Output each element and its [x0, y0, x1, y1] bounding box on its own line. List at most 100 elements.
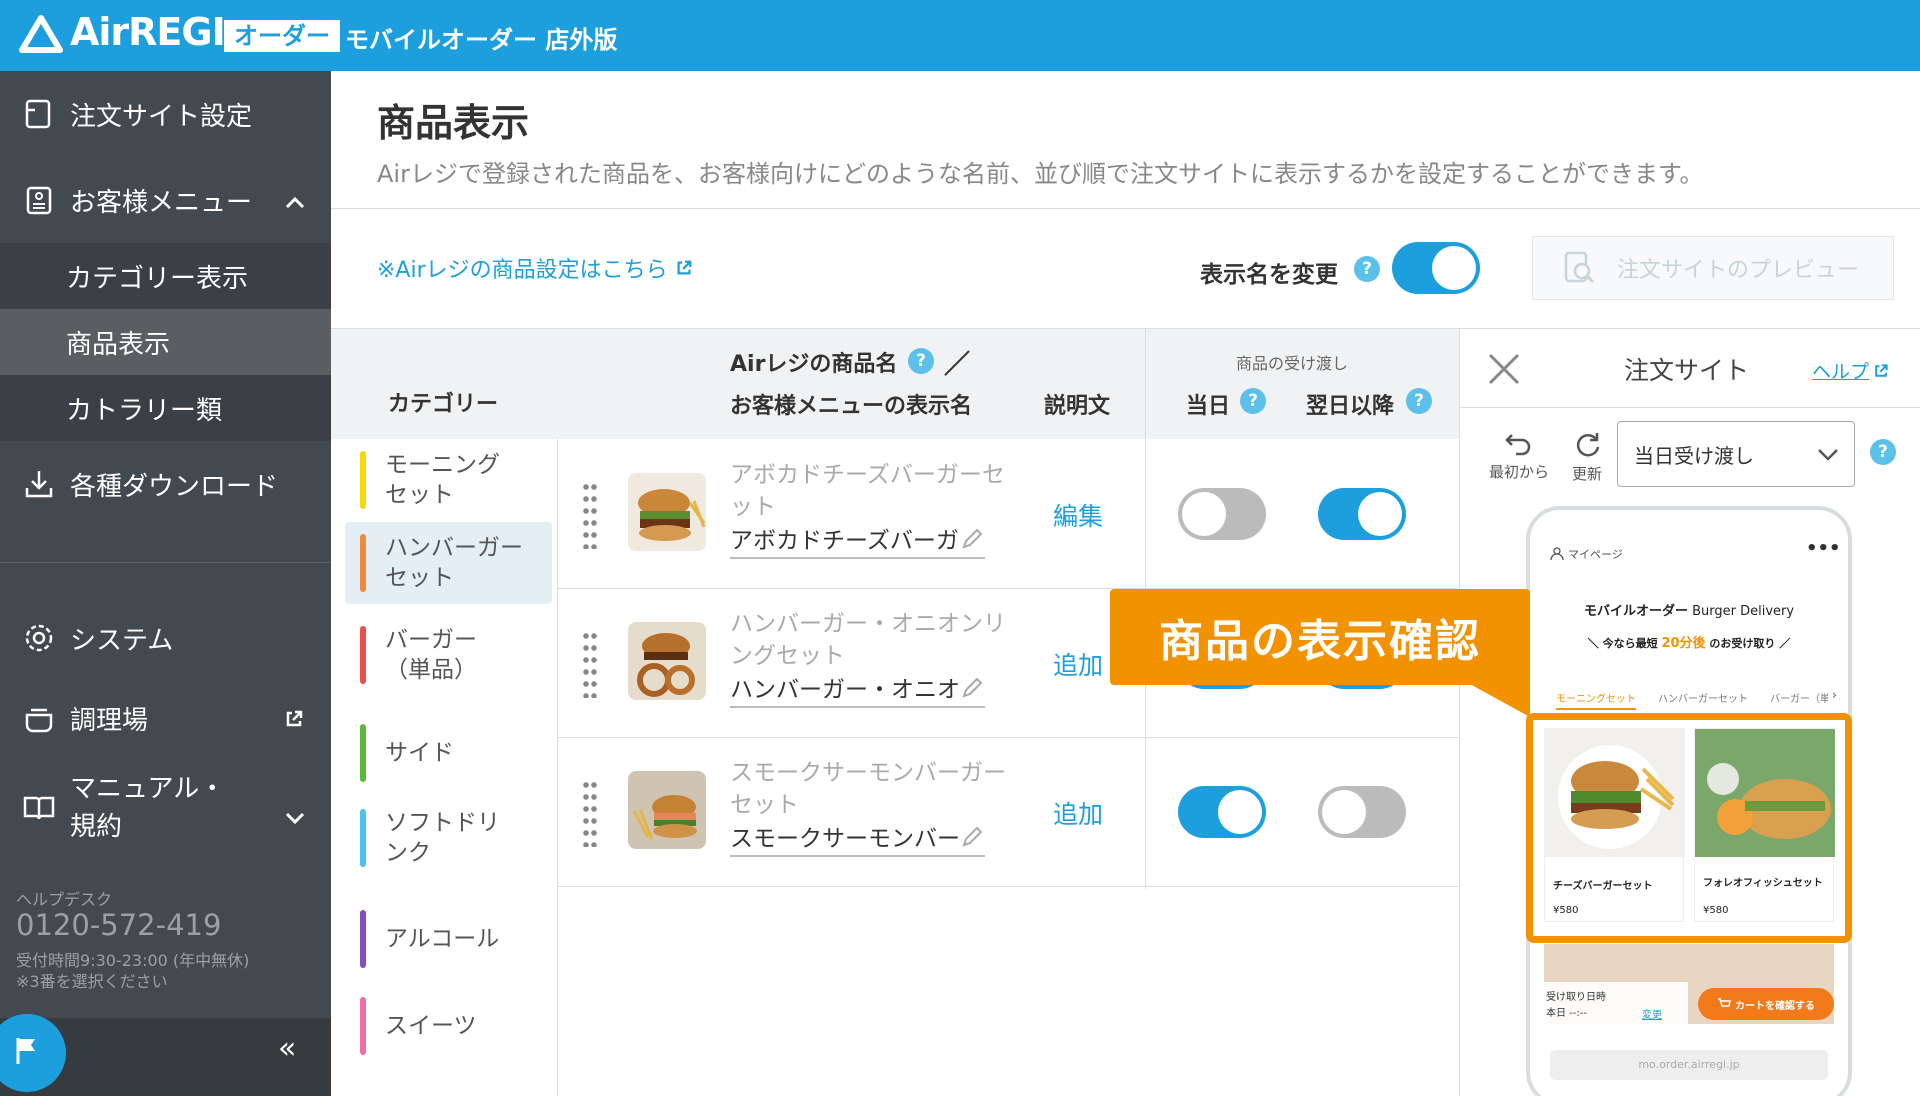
nav-kitchen[interactable]: 調理場	[0, 678, 331, 758]
callout-arrow	[1468, 683, 1530, 717]
highlight-frame	[1526, 713, 1852, 943]
phone-tab-morning[interactable]: モーニングセット	[1556, 690, 1636, 710]
mypage-link[interactable]: マイページ	[1550, 546, 1623, 562]
description-edit-link[interactable]: 追加	[1053, 646, 1103, 682]
pickup-info: 受け取り日時 本日 --:-- 変更	[1538, 982, 1688, 1046]
preview-help-link[interactable]: ヘルプ	[1812, 357, 1889, 384]
category-color-bar	[360, 626, 366, 684]
helpdesk-label: ヘルプデスク	[16, 890, 113, 909]
tagline-post: のお受け取り ／	[1709, 637, 1791, 650]
col-category: カテゴリー	[388, 392, 499, 417]
today-toggle[interactable]	[1178, 488, 1266, 540]
nav-category-display[interactable]: カテゴリー表示	[0, 243, 331, 309]
nav-label: 注文サイト設定	[70, 101, 253, 132]
phone-tab-burger[interactable]: バーガー（単	[1770, 690, 1828, 705]
nav-customer-menu[interactable]: お客様メニュー	[0, 157, 331, 243]
next-day-toggle[interactable]	[1318, 488, 1406, 540]
help-question-icon[interactable]: ?	[908, 348, 934, 374]
download-icon	[22, 467, 56, 501]
sidebar: 注文サイト設定 お客様メニュー カテゴリー表示 商品表示 カトラリー類 各種ダウ…	[0, 71, 331, 1096]
nav-label: 各種ダウンロード	[70, 471, 279, 502]
col-product-name: Airレジの商品名	[730, 352, 898, 377]
product-thumbnail	[628, 473, 706, 551]
pencil-icon[interactable]	[960, 527, 984, 551]
nav-label: システム	[70, 625, 174, 656]
refresh-button[interactable]: 更新	[1562, 431, 1612, 484]
chevron-right-icon[interactable]: ›	[1832, 688, 1837, 702]
product-settings-link[interactable]: ※Airレジの商品設定はこちら	[377, 252, 693, 284]
today-toggle[interactable]	[1178, 786, 1266, 838]
category-color-bar	[360, 997, 366, 1055]
menu-book-icon	[22, 183, 56, 217]
preview-search-icon	[1564, 251, 1595, 284]
category-label: （単品）	[385, 657, 477, 683]
preview-title: 注文サイト	[1624, 356, 1750, 385]
tagline-pre: ＼ 今なら最短	[1587, 637, 1658, 650]
phone-tab-burger-set[interactable]: ハンバーガーセット	[1658, 690, 1748, 705]
description-edit-link[interactable]: 追加	[1053, 795, 1103, 831]
category-label: ソフトドリ	[385, 810, 500, 836]
nav-manual[interactable]: マニュアル・ 規約	[0, 758, 331, 858]
divider	[331, 208, 1920, 209]
category-item[interactable]: ソフトドリ ンク	[345, 797, 552, 879]
app-header: AirREGI オーダー モバイルオーダー 店外版	[0, 0, 1920, 71]
nav-order-site-settings[interactable]: 注文サイト設定	[0, 71, 331, 157]
rename-toggle[interactable]	[1392, 242, 1480, 294]
nav-product-display[interactable]: 商品表示	[0, 309, 331, 375]
pencil-icon[interactable]	[960, 676, 984, 700]
nav-label: 調理場	[70, 705, 149, 736]
shop-subtitle: Burger Delivery	[1692, 604, 1795, 619]
description-edit-link[interactable]: 編集	[1053, 497, 1103, 533]
category-color-bar	[360, 451, 366, 509]
more-icon[interactable]: •••	[1806, 538, 1841, 559]
category-item[interactable]: アルコール	[345, 898, 552, 980]
category-color-bar	[360, 534, 366, 592]
category-label: ハンバーガー	[385, 535, 523, 561]
category-item[interactable]: ハンバーガー セット	[345, 522, 552, 604]
nav-cutlery[interactable]: カトラリー類	[0, 375, 331, 441]
site-preview-button[interactable]: 注文サイトのプレビュー	[1532, 236, 1894, 300]
page-description: Airレジで登録された商品を、お客様向けにどのような名前、並び順で注文サイトに表…	[377, 160, 1704, 188]
category-item[interactable]: サイド	[345, 712, 552, 794]
category-label: バーガー	[385, 627, 477, 653]
app-subtitle: モバイルオーダー 店外版	[345, 26, 618, 54]
help-question-icon[interactable]: ?	[1240, 388, 1266, 414]
tagline-minutes: 20分後	[1661, 636, 1706, 651]
reset-button[interactable]: 最初から	[1484, 431, 1554, 482]
cart-icon	[1718, 998, 1731, 1007]
display-name-input[interactable]: ハンバーガー・オニオ	[730, 670, 990, 704]
cart-button[interactable]: カートを確認する	[1698, 988, 1834, 1020]
category-item[interactable]: バーガー （単品）	[345, 614, 552, 696]
col-today: 当日	[1186, 394, 1231, 419]
nav-downloads[interactable]: 各種ダウンロード	[0, 441, 331, 527]
product-name: ハンバーガー・オニオンリ ングセット	[730, 611, 1006, 669]
help-question-icon[interactable]: ?	[1354, 256, 1380, 282]
rename-label: 表示名を変更	[1200, 262, 1338, 288]
close-icon[interactable]	[1486, 351, 1522, 387]
user-icon	[1550, 547, 1564, 561]
sidebar-collapse-button[interactable]: «	[278, 1031, 296, 1066]
col-description: 説明文	[1044, 394, 1111, 419]
divider	[1460, 407, 1920, 408]
next-day-toggle[interactable]	[1318, 786, 1406, 838]
product-name: スモークサーモンバーガー セット	[730, 760, 1006, 818]
display-name-input[interactable]: アボカドチーズバーガ	[730, 521, 990, 555]
external-link-icon	[1875, 363, 1888, 377]
pencil-icon[interactable]	[960, 825, 984, 849]
shop-title: モバイルオーダー	[1583, 604, 1688, 619]
input-underline	[730, 855, 985, 857]
change-link[interactable]: 変更	[1642, 1006, 1662, 1021]
nav-system[interactable]: システム	[0, 598, 331, 678]
category-item[interactable]: モーニング セット	[345, 439, 552, 521]
display-name-input[interactable]: スモークサーモンバー	[730, 819, 990, 853]
help-question-icon[interactable]: ?	[1406, 388, 1432, 414]
product-name: アボカドチーズバーガーセ ット	[730, 462, 1005, 520]
handover-select[interactable]: 当日受け渡し	[1617, 421, 1855, 487]
category-item[interactable]: スイーツ	[345, 985, 552, 1067]
product-thumbnail	[628, 622, 706, 700]
drag-handle-icon[interactable]	[582, 481, 598, 549]
drag-handle-icon[interactable]	[582, 630, 598, 698]
table-row: アボカドチーズバーガーセ ット アボカドチーズバーガ 編集	[558, 439, 1458, 589]
help-question-icon[interactable]: ?	[1870, 439, 1896, 465]
drag-handle-icon[interactable]	[582, 779, 598, 847]
